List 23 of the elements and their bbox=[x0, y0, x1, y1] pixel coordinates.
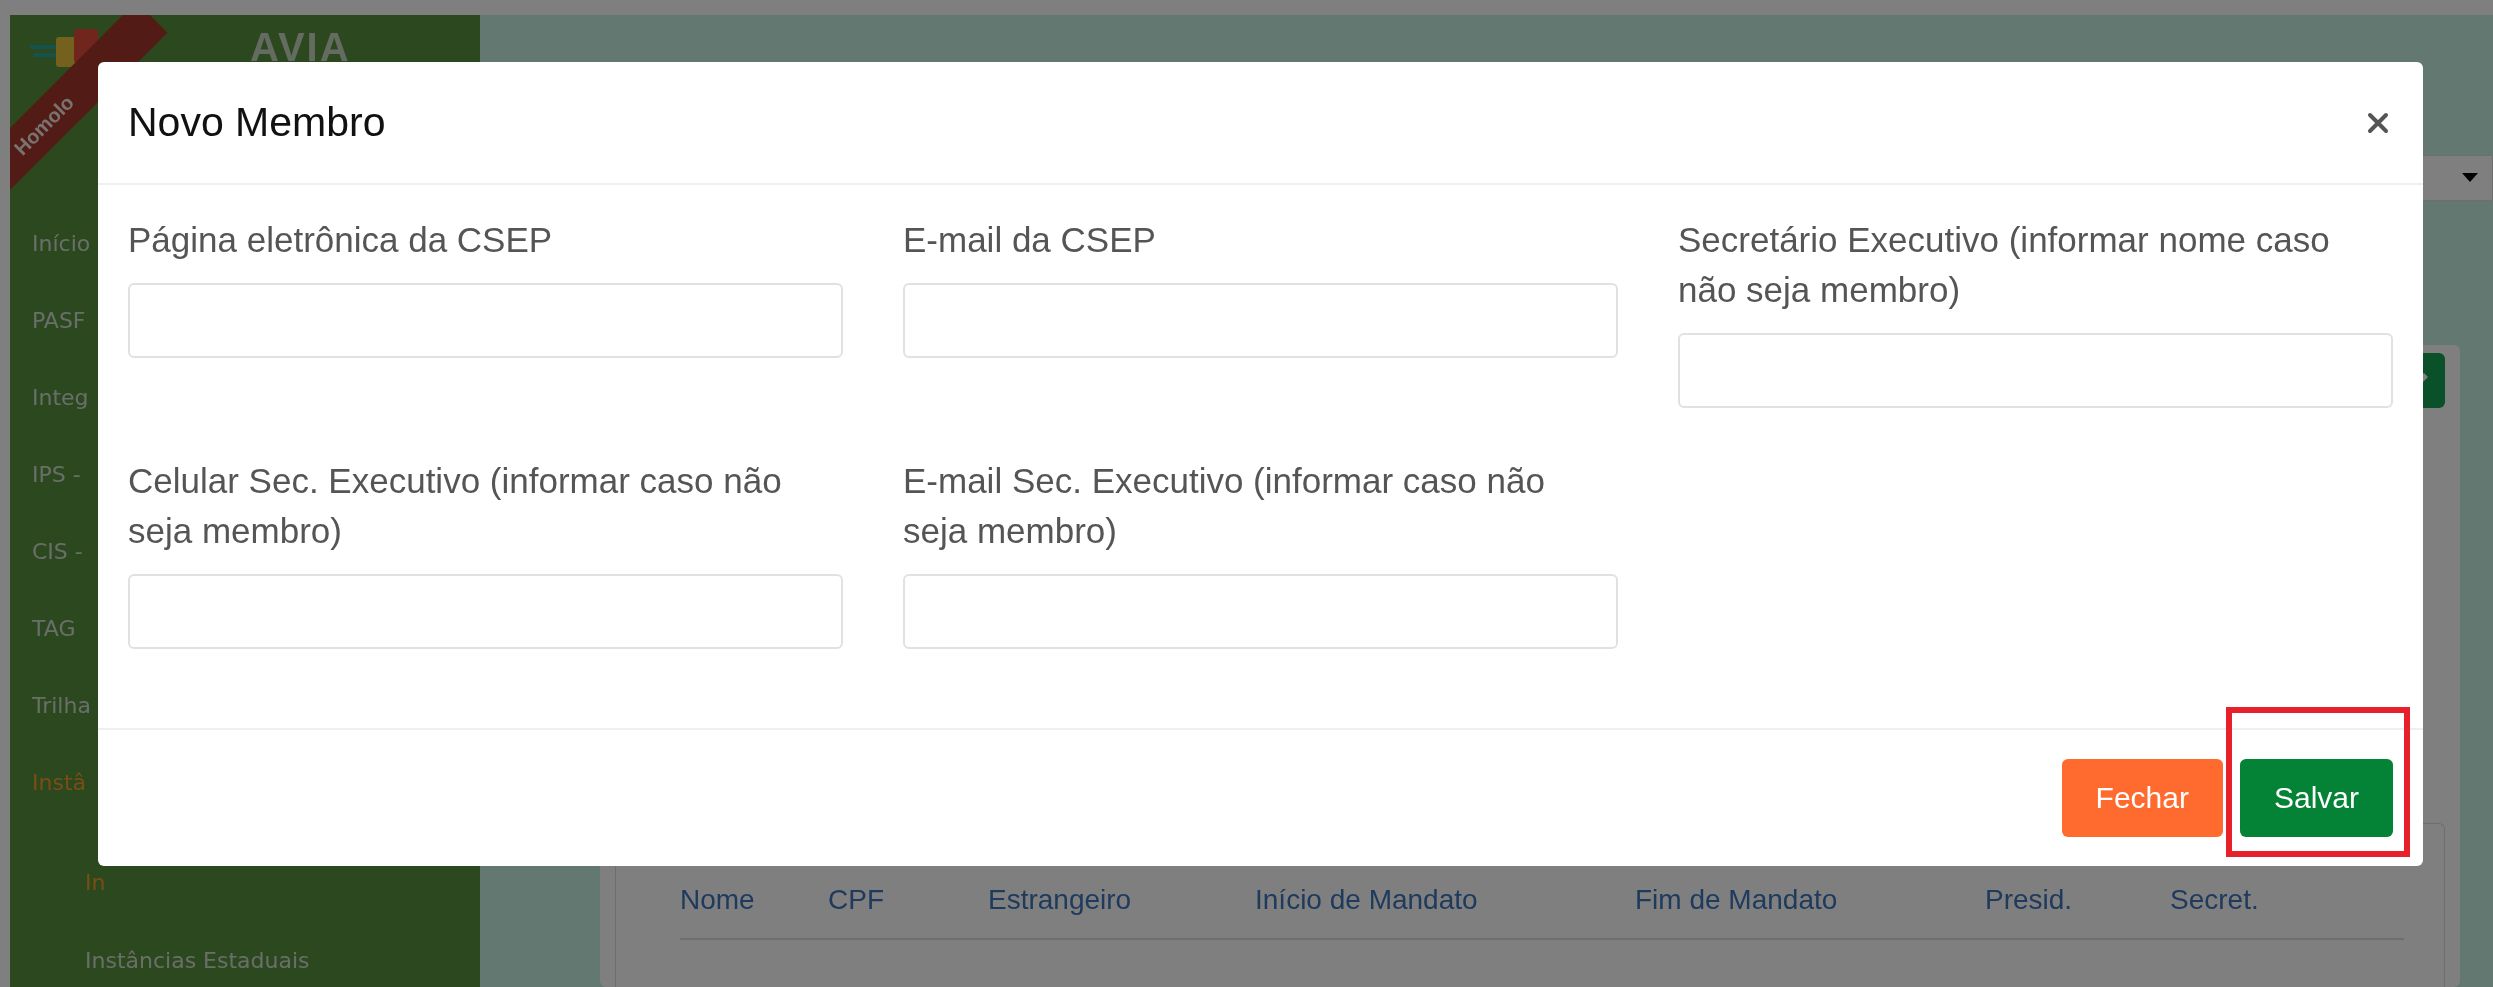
input-field[interactable] bbox=[1678, 333, 2393, 408]
field-label: E-mail Sec. Executivo (informar caso não seja membro) bbox=[903, 460, 1546, 552]
column-header: Secret. bbox=[2170, 884, 2260, 916]
column-header: Estrangeiro bbox=[988, 884, 1133, 916]
input-field[interactable] bbox=[128, 574, 843, 649]
field-label: E-mail da CSEP bbox=[903, 219, 1157, 261]
modal-title: Novo Membro bbox=[128, 99, 386, 146]
field-label: Secretário Executivo (informar nome caso não seja membro) bbox=[1678, 219, 2331, 311]
column-header: Nome bbox=[680, 884, 756, 916]
column-header: CPF bbox=[828, 884, 885, 916]
close-button[interactable]: Fechar bbox=[2061, 759, 2223, 837]
input-field[interactable] bbox=[903, 283, 1618, 358]
column-header: Início de Mandato bbox=[1255, 884, 1479, 916]
input-field[interactable] bbox=[903, 574, 1618, 649]
sidebar-item[interactable]: Instâncias Estaduais bbox=[10, 899, 480, 977]
input-field[interactable] bbox=[128, 283, 843, 358]
column-header: Fim de Mandato bbox=[1635, 884, 1839, 916]
field-label: Página eletrônica da CSEP bbox=[128, 219, 554, 261]
save-button[interactable]: Salvar bbox=[2239, 759, 2393, 837]
logo-text: AVIA bbox=[250, 27, 351, 67]
column-header: Presid. bbox=[1985, 884, 2074, 916]
caret-icon bbox=[2462, 173, 2478, 183]
field-label: Celular Sec. Executivo (informar caso não seja membro) bbox=[128, 460, 783, 552]
